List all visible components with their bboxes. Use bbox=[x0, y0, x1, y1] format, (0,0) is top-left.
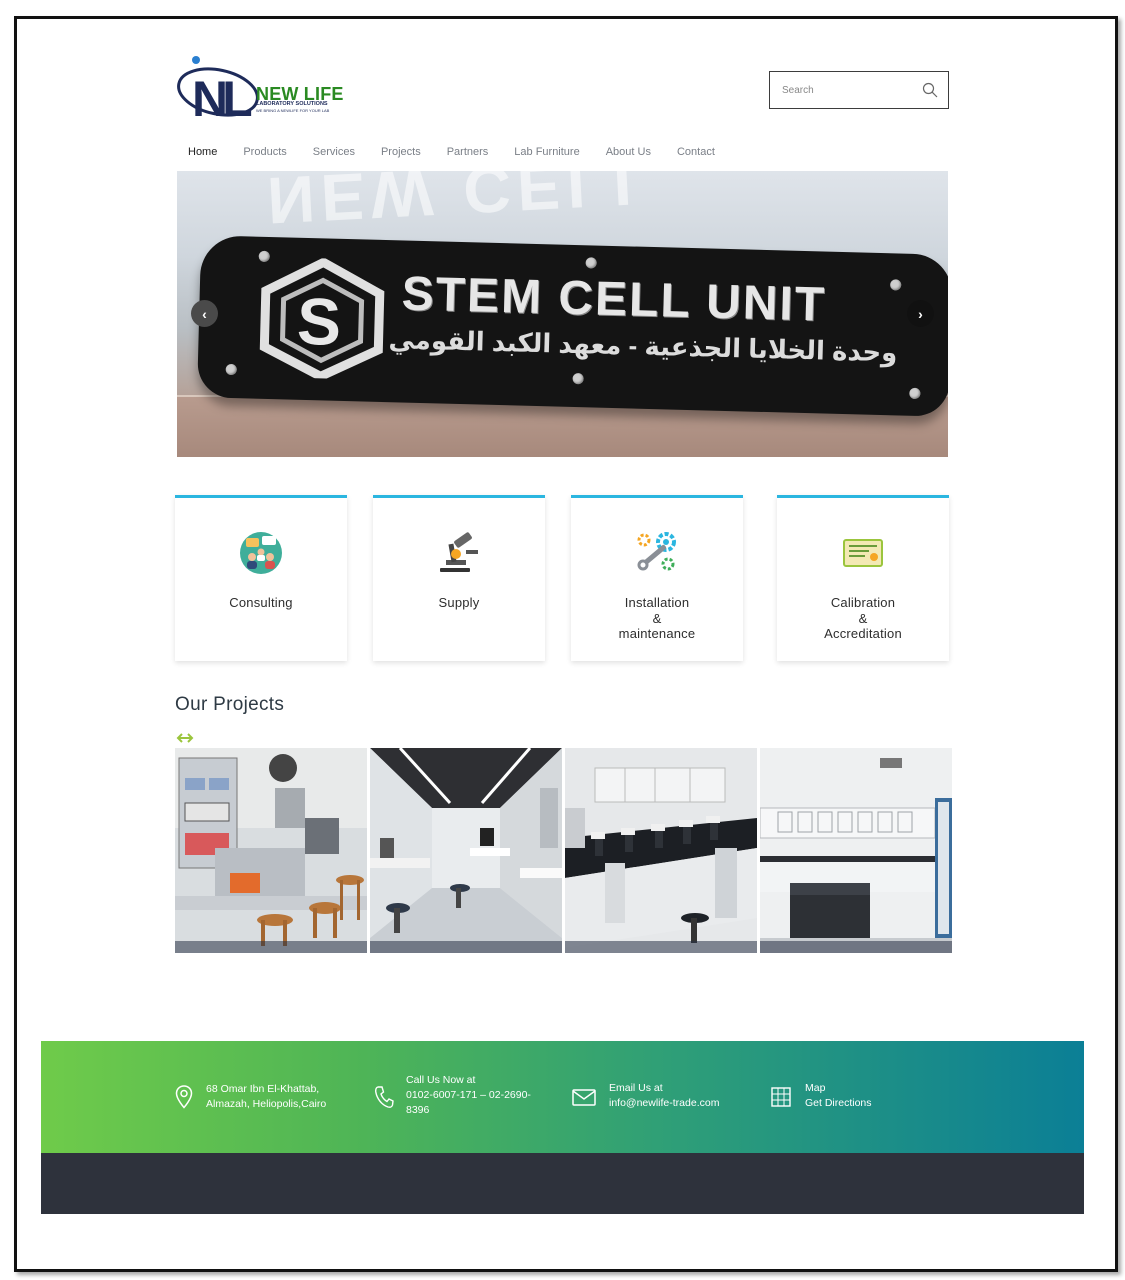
stem-cell-logo-icon: S bbox=[259, 257, 385, 381]
photo-shade bbox=[565, 941, 757, 953]
projects-gallery bbox=[175, 748, 952, 953]
sign-title: STEM CELL UNIT bbox=[401, 267, 827, 332]
nav-services[interactable]: Services bbox=[313, 146, 355, 158]
brand-tagline: WE BRING A NEWLIFE FOR YOUR LAB bbox=[256, 108, 330, 113]
svg-text:NL: NL bbox=[192, 71, 251, 126]
address-line-1: 68 Omar Ibn El-Khattab, bbox=[206, 1083, 320, 1095]
address-line-2: Almazah, Heliopolis,Cairo bbox=[206, 1098, 327, 1110]
sign-plate: S STEM CELL UNIT وحدة الخلايا الجذعية - … bbox=[197, 235, 948, 417]
sign-screw bbox=[909, 387, 921, 400]
nav-about-us[interactable]: About Us bbox=[606, 146, 651, 158]
service-card-calibration[interactable]: Calibration & Accreditation bbox=[777, 495, 949, 661]
phone-line-3[interactable]: 8396 bbox=[406, 1103, 531, 1118]
photo-shade bbox=[760, 941, 952, 953]
swap-arrows-icon[interactable] bbox=[176, 731, 194, 745]
phone-line-1: Call Us Now at bbox=[406, 1074, 476, 1086]
sign-screw bbox=[890, 279, 902, 291]
research-lab-photo[interactable] bbox=[370, 748, 562, 953]
phone-icon bbox=[375, 1086, 394, 1108]
hero-slider: NEW CELL S STEM CELL UNIT وحدة الخلايا ا… bbox=[177, 171, 948, 457]
sign-screw bbox=[585, 257, 597, 269]
nav-projects[interactable]: Projects bbox=[381, 146, 421, 158]
footer-contact-bar: 68 Omar Ibn El-Khattab, Almazah, Heliopo… bbox=[41, 1041, 1084, 1153]
photo-shade bbox=[175, 941, 367, 953]
email-line-1: Email Us at bbox=[609, 1082, 663, 1094]
get-directions-link[interactable]: Get Directions bbox=[805, 1096, 872, 1111]
slider-next-button[interactable]: › bbox=[907, 300, 934, 327]
svg-text:S: S bbox=[296, 284, 342, 359]
nav-contact[interactable]: Contact bbox=[677, 146, 715, 158]
search-box bbox=[769, 71, 949, 109]
electronics-lab-photo[interactable] bbox=[175, 748, 367, 953]
nav-lab-furniture[interactable]: Lab Furniture bbox=[514, 146, 579, 158]
sign-screw bbox=[572, 372, 584, 385]
service-label: Consulting bbox=[229, 595, 293, 610]
nav-products[interactable]: Products bbox=[243, 146, 286, 158]
microscope-lab-photo[interactable] bbox=[565, 748, 757, 953]
gears-wrench-icon bbox=[637, 532, 676, 571]
nav-partners[interactable]: Partners bbox=[447, 146, 489, 158]
certificate-icon bbox=[843, 539, 883, 567]
wall-reflection: NEW CELL bbox=[265, 171, 662, 239]
service-label: Calibration & Accreditation bbox=[824, 595, 902, 641]
services-row: Consulting Supply Installation & mainten bbox=[175, 495, 950, 663]
email-link[interactable]: info@newlife-trade.com bbox=[609, 1096, 719, 1111]
service-card-consulting[interactable]: Consulting bbox=[175, 495, 347, 661]
envelope-icon bbox=[572, 1089, 596, 1106]
map-line-1: Map bbox=[805, 1082, 826, 1094]
search-input[interactable] bbox=[782, 84, 922, 96]
main-nav: Home Products Services Projects Partners… bbox=[188, 146, 741, 158]
projects-title: Our Projects bbox=[175, 694, 285, 715]
site-logo[interactable]: NL NEW LIFE LABORATORY SOLUTIONS WE BRIN… bbox=[176, 56, 351, 126]
search-icon[interactable] bbox=[922, 82, 938, 98]
phone-line-2[interactable]: 0102-6007-171 – 02-2690- bbox=[406, 1088, 531, 1103]
service-label: Installation & maintenance bbox=[618, 595, 696, 641]
consulting-icon bbox=[240, 532, 282, 574]
map-grid-icon bbox=[771, 1087, 791, 1107]
microscope-icon bbox=[440, 532, 478, 572]
photo-shade bbox=[370, 941, 562, 953]
brand-subtitle: LABORATORY SOLUTIONS bbox=[256, 101, 328, 107]
service-label: Supply bbox=[438, 595, 480, 610]
sign-screw bbox=[225, 363, 237, 376]
nav-home[interactable]: Home bbox=[188, 146, 217, 158]
service-card-installation[interactable]: Installation & maintenance bbox=[571, 495, 743, 661]
service-card-supply[interactable]: Supply bbox=[373, 495, 545, 661]
slider-prev-button[interactable]: ‹ bbox=[191, 300, 218, 327]
location-pin-icon bbox=[175, 1085, 193, 1109]
empty-lab-photo[interactable] bbox=[760, 748, 952, 953]
footer-bottom-bar bbox=[41, 1153, 1084, 1214]
